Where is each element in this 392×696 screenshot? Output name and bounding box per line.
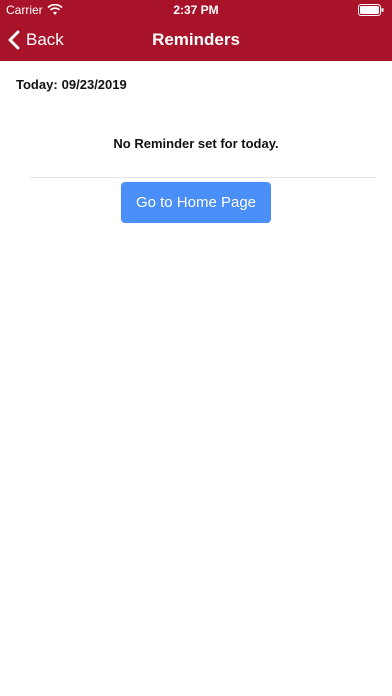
nav-bar: Back Reminders	[0, 20, 392, 61]
today-date: 09/23/2019	[61, 77, 127, 92]
page-title: Reminders	[152, 30, 240, 49]
top-bar: Carrier 2:37 PM Back Reminders	[0, 0, 392, 61]
battery-icon	[358, 4, 384, 16]
today-date-row: Today: 09/23/2019	[16, 77, 127, 92]
go-home-button[interactable]: Go to Home Page	[121, 182, 271, 223]
today-label: Today:	[16, 77, 58, 92]
divider	[30, 177, 376, 178]
empty-state-message: No Reminder set for today.	[113, 136, 279, 151]
status-time: 2:37 PM	[173, 3, 219, 17]
status-bar: Carrier 2:37 PM	[0, 0, 392, 20]
